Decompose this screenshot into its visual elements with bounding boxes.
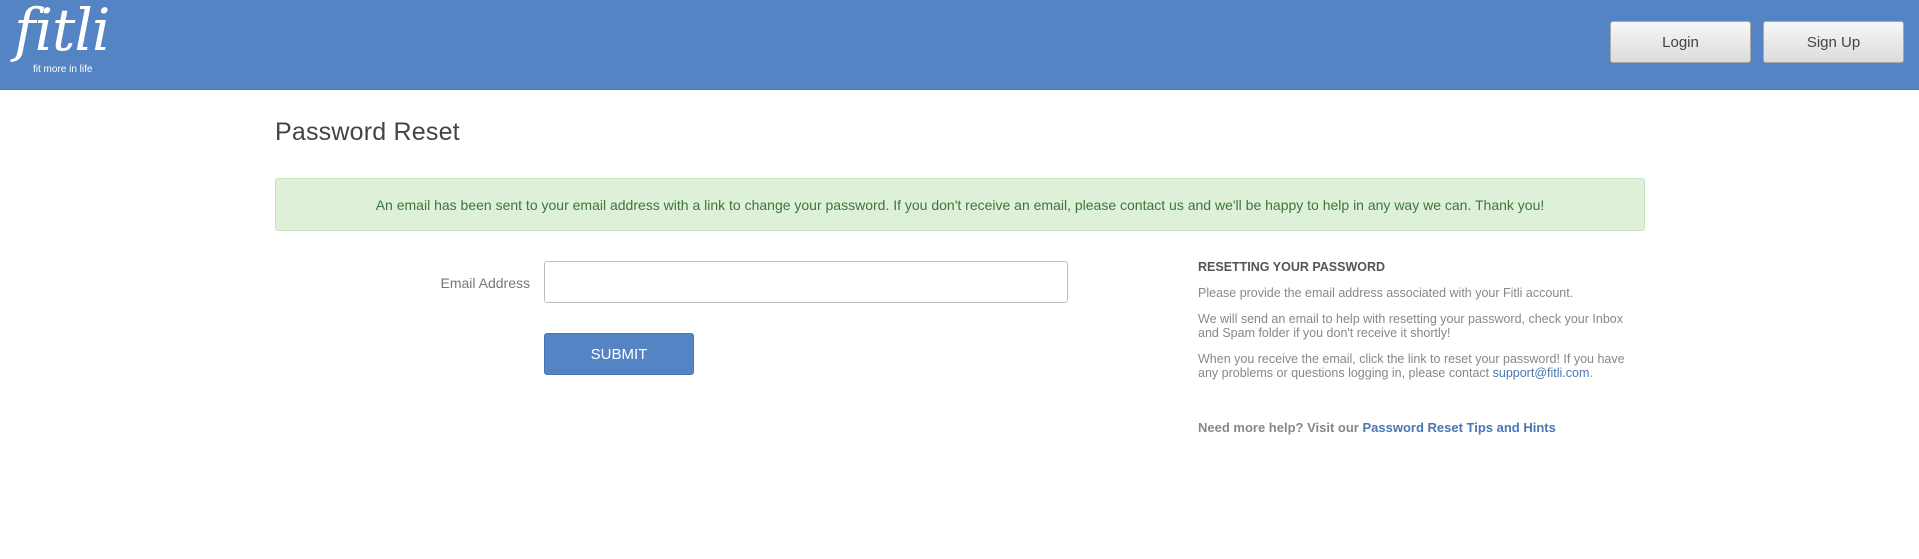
help-paragraph-3-end: . — [1589, 366, 1593, 380]
email-address-label: Email Address — [440, 275, 530, 291]
more-help-line: Need more help? Visit our Password Reset… — [1198, 420, 1556, 435]
more-help-text: Need more help? Visit our — [1198, 420, 1363, 435]
top-navbar: fitli fit more in life Login Sign Up — [0, 0, 1919, 90]
email-address-input[interactable] — [544, 261, 1068, 303]
help-paragraph-3: When you receive the email, click the li… — [1198, 352, 1638, 380]
fitli-logo[interactable]: fitli fit more in life — [12, 0, 110, 78]
help-paragraph-2: We will send an email to help with reset… — [1198, 312, 1623, 340]
login-button[interactable]: Login — [1610, 21, 1751, 63]
success-alert-text: An email has been sent to your email add… — [375, 196, 1545, 213]
help-panel: RESETTING YOUR PASSWORD Please provide t… — [1198, 260, 1638, 392]
logo-tagline: fit more in life — [33, 64, 93, 75]
page-title: Password Reset — [275, 118, 460, 146]
logo-wordmark: fitli — [14, 0, 110, 64]
help-heading: RESETTING YOUR PASSWORD — [1198, 260, 1386, 274]
support-email-link[interactable]: support@fitli.com — [1493, 366, 1590, 380]
submit-button[interactable]: SUBMIT — [544, 333, 694, 375]
success-alert: An email has been sent to your email add… — [275, 178, 1645, 231]
password-reset-tips-link[interactable]: Password Reset Tips and Hints — [1362, 420, 1555, 435]
help-paragraph-1: Please provide the email address associa… — [1198, 286, 1574, 300]
sign-up-button[interactable]: Sign Up — [1763, 21, 1904, 63]
